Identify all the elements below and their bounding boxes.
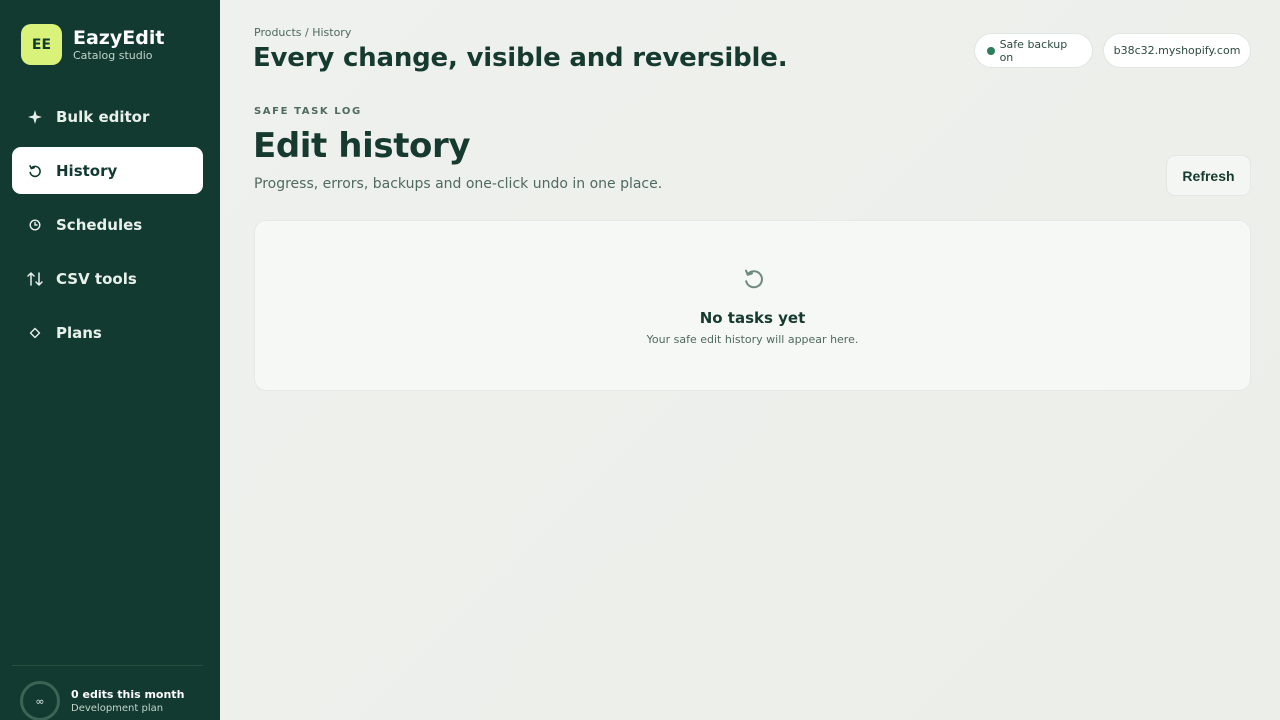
- empty-state-card: No tasks yet Your safe edit history will…: [254, 220, 1251, 391]
- history-icon: [742, 267, 766, 291]
- usage-title: 0 edits this month: [71, 687, 185, 701]
- sidebar-item-plans[interactable]: Plans: [12, 309, 203, 356]
- brand[interactable]: EE EazyEdit Catalog studio: [21, 24, 164, 65]
- section-subtitle: Progress, errors, backups and one-click …: [254, 176, 663, 192]
- brand-subtitle: Catalog studio: [73, 48, 153, 62]
- sidebar-divider: [12, 665, 203, 666]
- empty-state-subtitle: Your safe edit history will appear here.: [646, 333, 859, 346]
- brand-logo: EE: [21, 24, 62, 65]
- refresh-button[interactable]: Refresh: [1166, 155, 1251, 196]
- sidebar-item-bulk-editor[interactable]: Bulk editor: [12, 93, 203, 140]
- sidebar-item-label: History: [56, 161, 118, 180]
- backup-status-badge: Safe backup on: [974, 33, 1093, 68]
- sidebar-item-label: CSV tools: [56, 269, 137, 288]
- backup-status-label: Safe backup on: [999, 37, 1068, 64]
- section-title: Edit history: [253, 126, 471, 166]
- sparkle-icon: [26, 109, 44, 124]
- clock-icon: [26, 218, 44, 231]
- breadcrumb: Products / History: [254, 26, 352, 39]
- brand-name: EazyEdit: [73, 26, 165, 49]
- sidebar-nav: Bulk editor History Schedules CSV tools …: [12, 93, 203, 363]
- sidebar-item-label: Bulk editor: [56, 107, 150, 126]
- usage-ring: ∞: [20, 681, 60, 720]
- arrows-updown-icon: [26, 271, 44, 286]
- sidebar-item-history[interactable]: History: [12, 147, 203, 194]
- empty-state-title: No tasks yet: [699, 309, 806, 327]
- diamond-icon: [26, 327, 44, 339]
- store-domain: b38c32.myshopify.com: [1113, 44, 1241, 57]
- sidebar-item-csv-tools[interactable]: CSV tools: [12, 255, 203, 302]
- usage-summary: ∞ 0 edits this month Development plan: [20, 681, 184, 720]
- sidebar: EE EazyEdit Catalog studio Bulk editor H…: [0, 0, 220, 720]
- status-dot-icon: [987, 46, 995, 55]
- usage-plan: Development plan: [71, 702, 164, 714]
- sidebar-item-label: Schedules: [56, 215, 143, 234]
- sidebar-item-label: Plans: [56, 323, 102, 342]
- section-eyebrow: SAFE TASK LOG: [254, 106, 362, 117]
- main-content: Products / History Every change, visible…: [220, 0, 1280, 720]
- page-title: Every change, visible and reversible.: [253, 43, 788, 73]
- store-badge[interactable]: b38c32.myshopify.com: [1103, 33, 1251, 68]
- history-icon: [26, 164, 44, 178]
- sidebar-item-schedules[interactable]: Schedules: [12, 201, 203, 248]
